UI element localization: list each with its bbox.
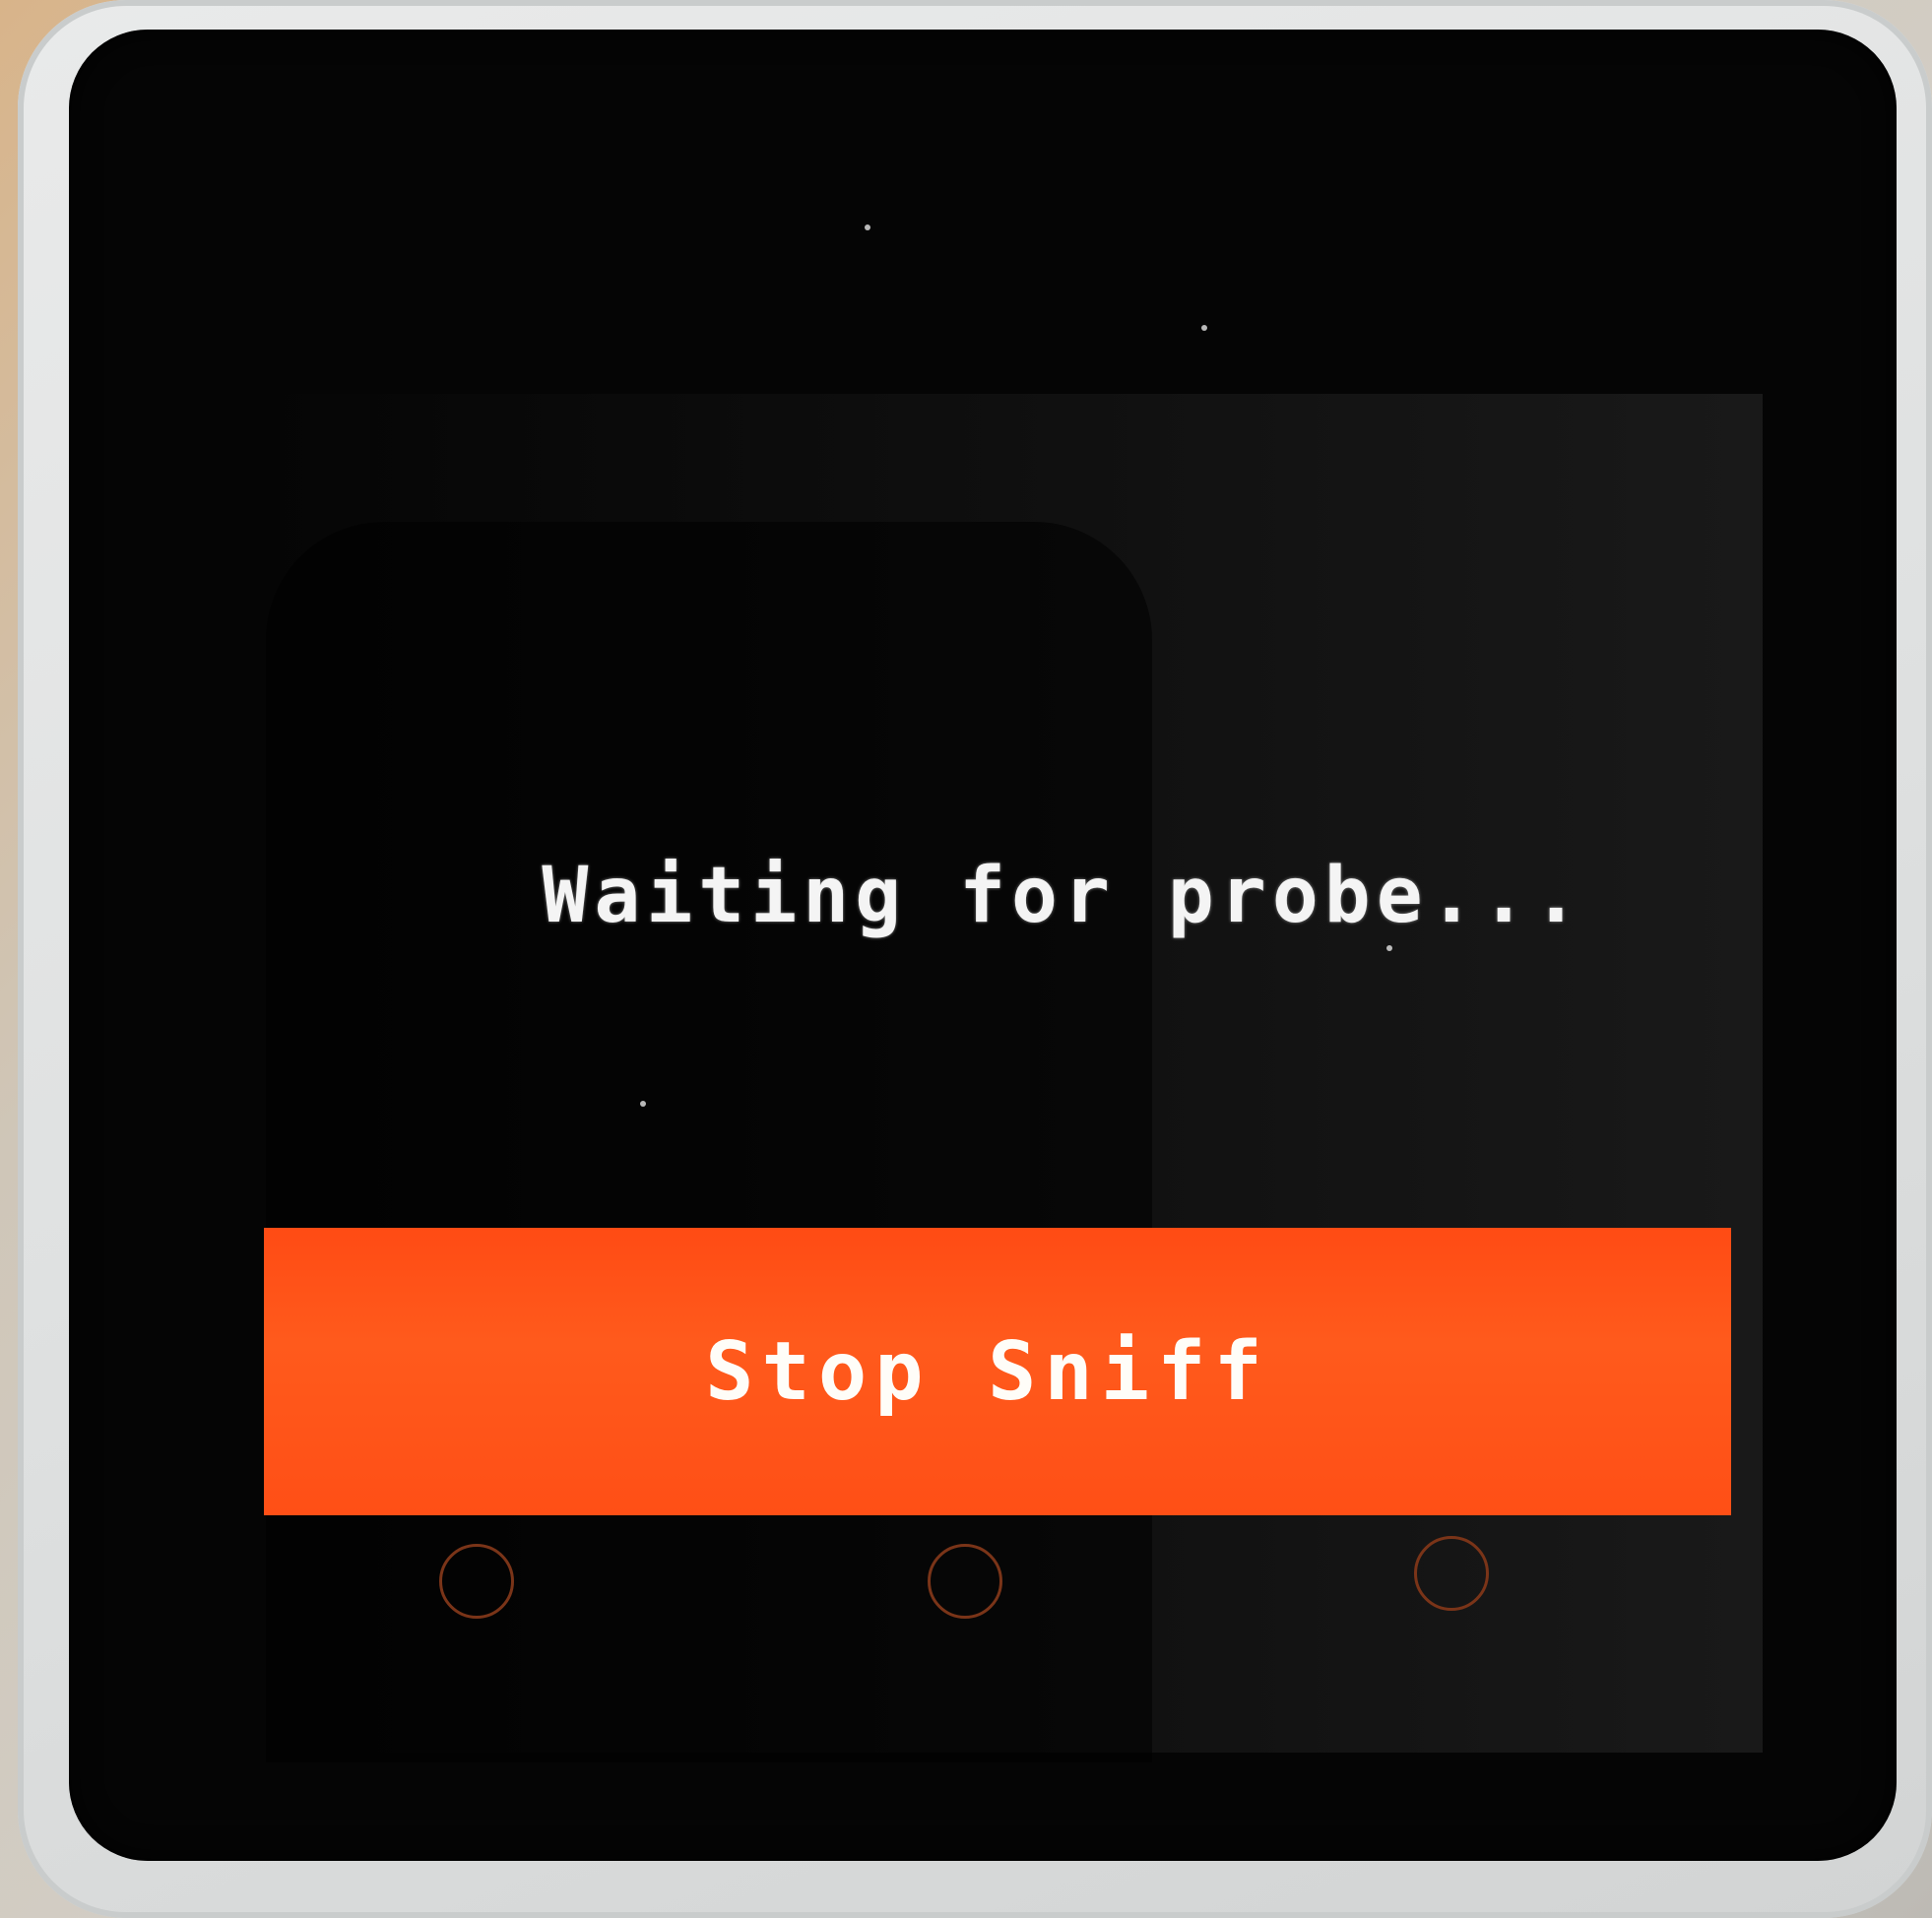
touch-button-left-circle-icon[interactable]: [439, 1544, 514, 1619]
touch-button-middle-circle-icon[interactable]: [928, 1544, 1002, 1619]
device-case: Waiting for probe... Stop Sniff: [18, 0, 1932, 1918]
lcd-display: Waiting for probe... Stop Sniff: [246, 379, 1763, 1516]
stop-sniff-button[interactable]: Stop Sniff: [264, 1228, 1731, 1515]
dust-speck: [1201, 325, 1207, 331]
dust-speck: [865, 224, 870, 230]
stop-sniff-label: Stop Sniff: [705, 1324, 1270, 1419]
touch-button-right-circle-icon[interactable]: [1414, 1536, 1489, 1611]
status-message: Waiting for probe...: [542, 852, 1585, 940]
